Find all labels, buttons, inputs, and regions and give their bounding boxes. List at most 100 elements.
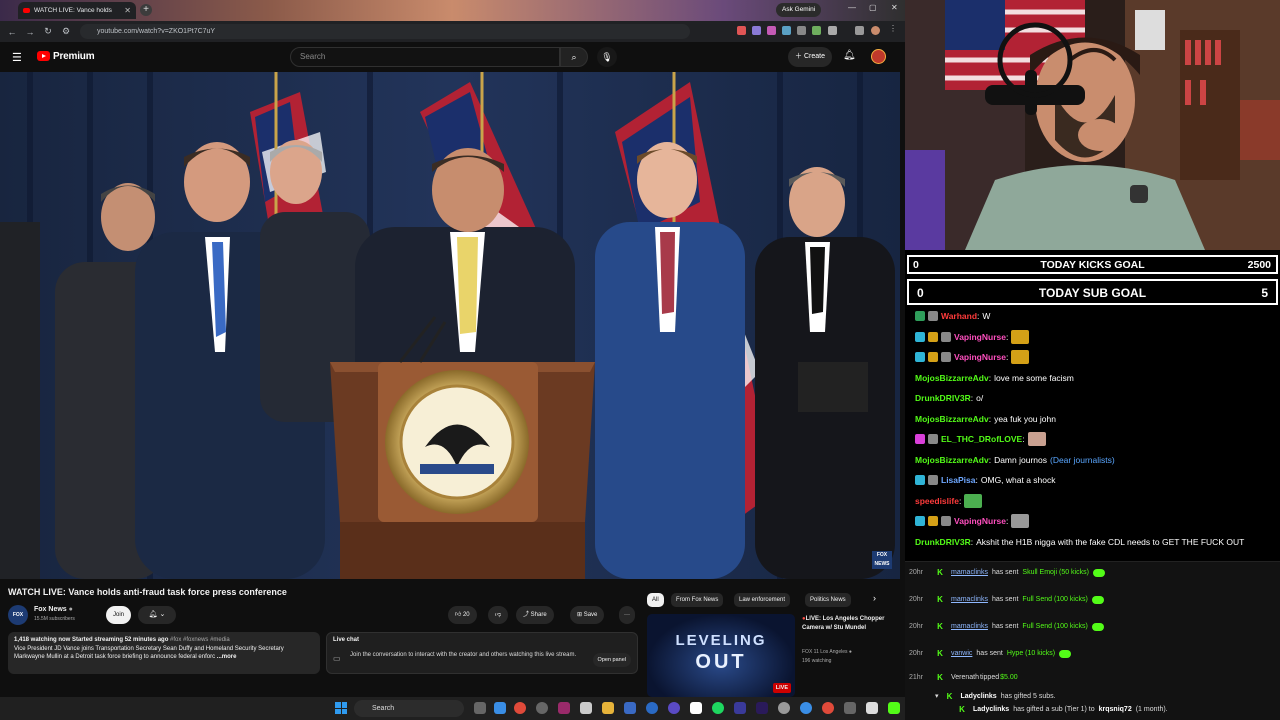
recommended-watching: 196 watching [802, 657, 832, 664]
chat-username[interactable]: EL_THC_DRofLOVE [941, 432, 1022, 446]
recommended-title[interactable]: ●LIVE: Los Angeles Chopper Camera w/ Stu… [802, 615, 900, 632]
recommended-thumbnail[interactable]: LEVELING OUT LIVE [647, 614, 795, 697]
channel-avatar[interactable]: FOX [8, 605, 28, 625]
chip-politics-news[interactable]: Politics News [805, 593, 851, 607]
url-input[interactable]: youtube.com/watch?v=ZKO1Pt7C7uY [80, 24, 690, 39]
open-panel-button[interactable]: Open panel [592, 653, 631, 667]
microphone-icon[interactable]: 🎙 [597, 47, 617, 67]
youtube-logo-icon[interactable] [37, 51, 50, 61]
chat-badge-icon [928, 331, 938, 342]
extension-icon[interactable] [797, 26, 806, 35]
task-view-icon[interactable] [474, 702, 486, 714]
chip-all[interactable]: All [647, 593, 664, 607]
app-icon[interactable] [580, 702, 592, 714]
chip-law-enforcement[interactable]: Law enforcement [734, 593, 791, 607]
chat-username[interactable]: MojosBizzarreAdv [915, 453, 989, 467]
chat-separator: : [1022, 434, 1025, 444]
more-actions-icon[interactable]: ··· [619, 606, 635, 624]
chips-next-icon[interactable]: › [873, 593, 876, 603]
show-more-link[interactable]: ...more [217, 654, 237, 660]
hashtags[interactable]: #fox #foxnews #media [170, 637, 230, 643]
chat-bubble-icon: ▭ [333, 654, 341, 663]
app-icon[interactable] [536, 702, 548, 714]
extension-icon[interactable] [812, 26, 821, 35]
recommended-channel[interactable]: FOX 11 Los Angeles [802, 649, 848, 655]
edge-icon[interactable] [494, 702, 506, 714]
extension-icon[interactable] [767, 26, 776, 35]
search-icon[interactable]: ⌕ [560, 47, 588, 67]
tab-active[interactable]: WATCH LIVE: Vance holds ✕ [18, 2, 136, 19]
extension-icon[interactable] [737, 26, 746, 35]
chat-username[interactable]: VapingNurse [954, 350, 1006, 364]
chevron-down-icon[interactable]: ▾ [935, 690, 939, 704]
share-button[interactable]: ⤴ Share [516, 606, 554, 624]
extensions-puzzle-icon[interactable] [828, 26, 837, 35]
spotify-icon[interactable] [712, 702, 724, 714]
tab-close-icon[interactable]: ✕ [124, 6, 131, 15]
minimize-icon[interactable]: — [848, 3, 856, 12]
subgift-detail-row: K Ladyclinks has gifted a sub (Tier 1) to… [955, 703, 1168, 717]
chat-text: W [982, 311, 991, 321]
chip-from-fox-news[interactable]: From Fox News [671, 593, 724, 607]
chat-username[interactable]: MojosBizzarreAdv [915, 371, 989, 385]
recommended-video[interactable]: LEVELING OUT LIVE ●LIVE: Los Angeles Cho… [647, 614, 900, 699]
chat-username[interactable]: DrunkDRIV3R [915, 391, 971, 405]
reload-icon[interactable]: ↻ [39, 26, 57, 37]
chat-username[interactable]: MojosBizzarreAdv [915, 412, 989, 426]
kebab-menu-icon[interactable]: ⋮ [889, 24, 898, 33]
kicks-goal-target: 2500 [1247, 259, 1271, 271]
chrome-icon[interactable] [514, 702, 526, 714]
chat-separator: : [1005, 331, 1009, 342]
forward-icon[interactable]: → [21, 27, 39, 37]
chat-username[interactable]: speedislife [915, 494, 959, 508]
chat-message: MojosBizzarreAdv: love me some facism [915, 371, 1074, 385]
app-icon[interactable] [844, 702, 856, 714]
chat-username[interactable]: LisaPisa [941, 473, 976, 487]
like-button[interactable]: 👍︎ 20 [448, 606, 477, 624]
chat-username[interactable]: VapingNurse [954, 330, 1006, 344]
sidepanel-icon[interactable] [855, 26, 864, 35]
chat-translation-link[interactable]: (Dear journalists) [1050, 453, 1115, 467]
app-icon[interactable] [668, 702, 680, 714]
new-tab-button[interactable]: + [140, 4, 152, 16]
extension-icon[interactable] [752, 26, 761, 35]
profile-icon[interactable] [871, 26, 880, 35]
windows-start-icon[interactable] [335, 702, 347, 714]
hamburger-menu-icon[interactable]: ☰ [12, 51, 22, 64]
dislike-button[interactable]: 👎︎ [488, 606, 509, 624]
chat-username[interactable]: Warhand [941, 309, 977, 323]
app-icon[interactable] [734, 702, 746, 714]
video-player[interactable]: FOX NEWS [0, 72, 900, 579]
chat-badge-icon [941, 331, 951, 342]
save-button[interactable]: ⊞ Save [570, 606, 605, 624]
premiere-icon[interactable] [756, 702, 768, 714]
account-avatar[interactable] [871, 49, 886, 64]
app-icon[interactable] [624, 702, 636, 714]
search-input[interactable]: Search [290, 47, 560, 67]
chat-username[interactable]: VapingNurse [954, 514, 1006, 528]
chat-username[interactable]: DrunkDRIV3R [915, 535, 971, 549]
app-icon[interactable] [822, 702, 834, 714]
description-box[interactable]: 1,418 watching now Started streaming 52 … [8, 632, 320, 674]
ask-gemini-button[interactable]: Ask Gemini [776, 3, 822, 17]
create-button[interactable]: ＋ Create [788, 47, 832, 67]
notifications-bell-icon[interactable]: 🔔︎ [843, 50, 856, 61]
app-icon[interactable] [646, 702, 658, 714]
close-window-icon[interactable]: ✕ [891, 3, 898, 12]
app-icon[interactable] [866, 702, 878, 714]
app-icon[interactable] [778, 702, 790, 714]
back-icon[interactable]: ← [3, 27, 21, 37]
app-icon[interactable] [690, 702, 702, 714]
channel-name[interactable]: Fox News ● [34, 606, 73, 613]
app-icon[interactable] [558, 702, 570, 714]
site-info-icon[interactable]: ⚙ [57, 26, 75, 37]
extension-icon[interactable] [782, 26, 791, 35]
youtube-premium-label[interactable]: Premium [53, 51, 95, 62]
app-icon[interactable] [800, 702, 812, 714]
join-button[interactable]: Join [106, 606, 132, 624]
subscribed-bell-dropdown[interactable]: 🔔︎ ⌄ [138, 606, 176, 624]
file-explorer-icon[interactable] [602, 702, 614, 714]
taskbar-search[interactable]: Search [354, 700, 464, 717]
maximize-icon[interactable]: ▢ [869, 3, 877, 12]
kick-icon[interactable] [888, 702, 900, 714]
